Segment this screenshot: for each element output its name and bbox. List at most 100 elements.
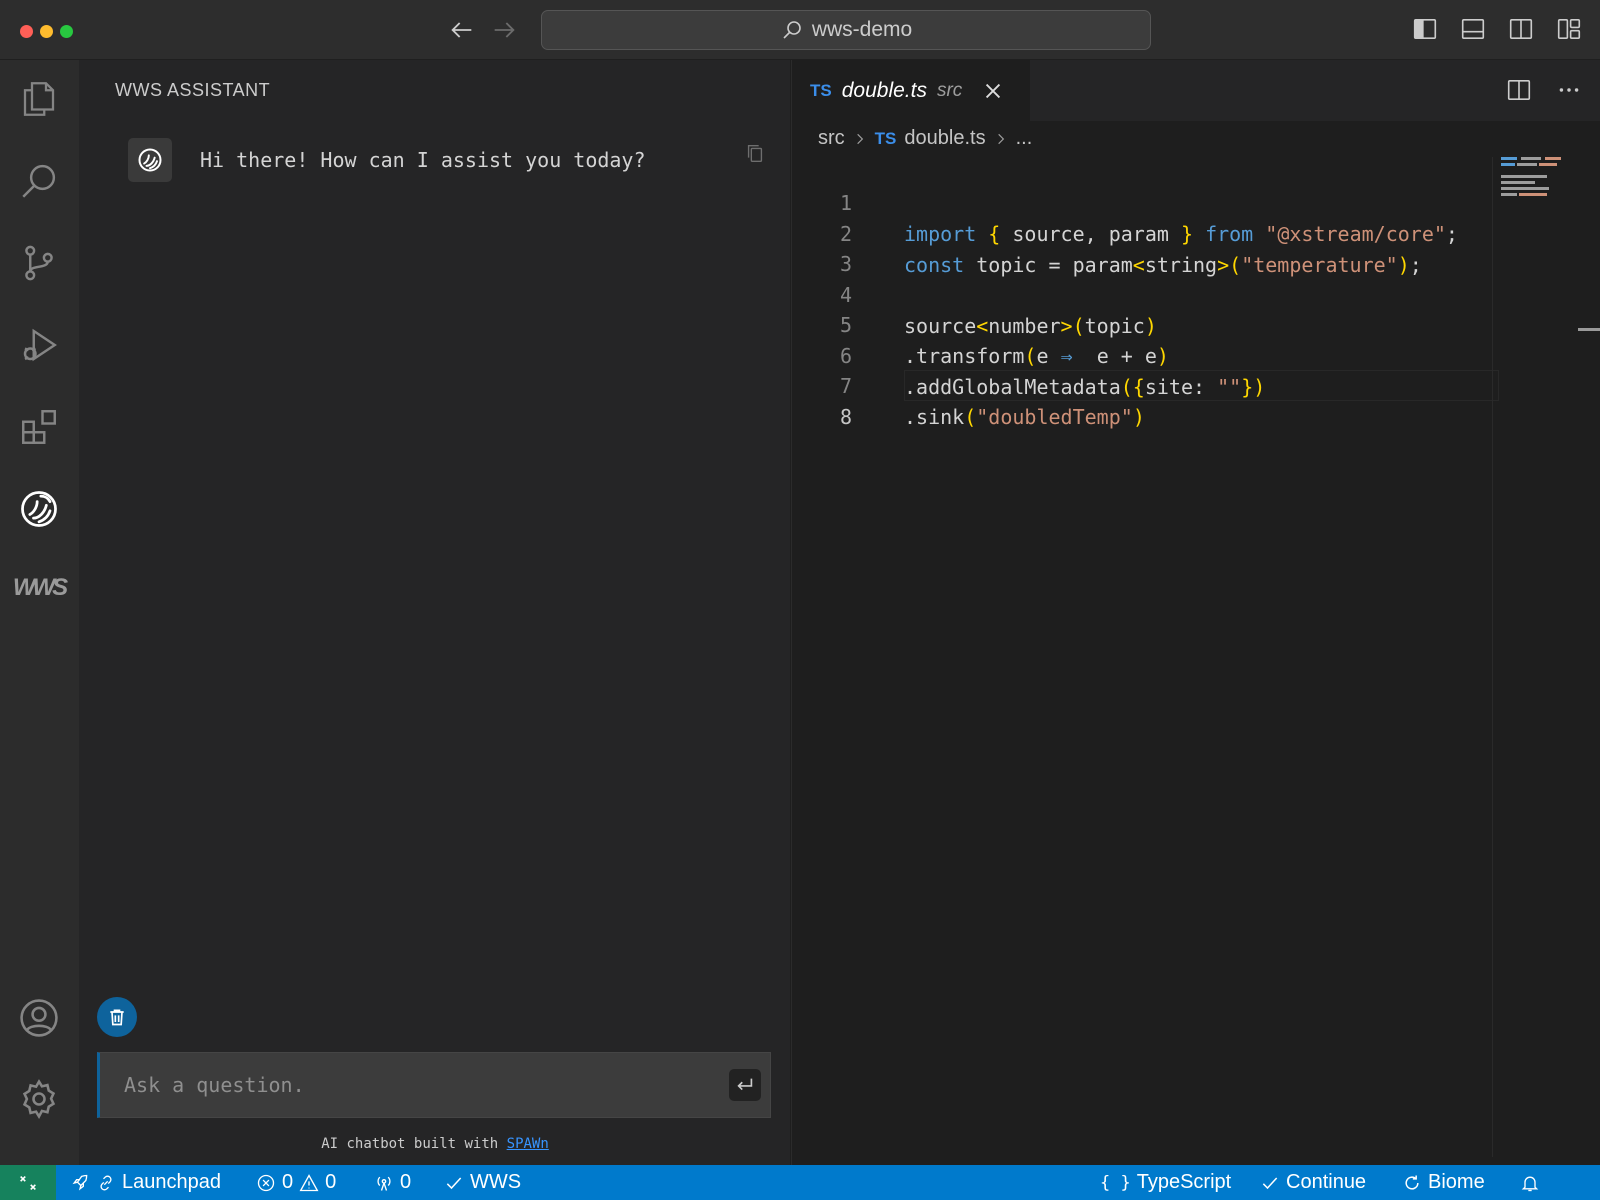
run-debug-icon[interactable] <box>14 320 64 370</box>
tab-filename: double.ts <box>841 78 927 102</box>
code-line: 4 source<number>(topic) <box>792 249 1492 338</box>
minimap-line <box>1501 163 1515 166</box>
search-icon[interactable] <box>14 156 64 206</box>
rocket-icon <box>72 1174 88 1190</box>
minimap-line <box>1501 181 1535 184</box>
breadcrumb-folder[interactable]: src <box>818 127 845 150</box>
zoom-window-button[interactable] <box>60 25 73 38</box>
activity-bar: WWS <box>0 60 79 1165</box>
footer-note: AI chatbot built with SPAWn <box>79 1136 791 1152</box>
source-control-icon[interactable] <box>14 238 64 288</box>
refresh-icon <box>1405 1175 1419 1190</box>
chat-message-bot: Hi there! How can I assist you today? <box>128 138 768 184</box>
code-line: 5 .transform(e ⇒ e + e) <box>792 279 1492 368</box>
warning-count: 0 <box>325 1171 337 1193</box>
notifications-item[interactable] <box>1520 1165 1540 1200</box>
split-editor-icon[interactable] <box>1506 77 1532 103</box>
layout-controls <box>1412 16 1582 42</box>
line-number: 8 <box>839 404 852 429</box>
biome-label: Biome <box>1428 1171 1485 1193</box>
error-count: 0 <box>282 1171 294 1193</box>
enter-icon <box>737 1078 753 1091</box>
breadcrumb-file[interactable]: double.ts <box>904 127 985 150</box>
error-icon <box>257 1174 275 1191</box>
ask-question-input[interactable] <box>124 1053 704 1117</box>
ask-question-box <box>97 1052 771 1118</box>
link-icon <box>100 1175 112 1190</box>
ports-count: 0 <box>400 1171 412 1193</box>
biome-item[interactable]: Biome <box>1402 1165 1485 1200</box>
minimap-line <box>1521 157 1541 160</box>
scrollbar-cursor-marker <box>1578 328 1600 331</box>
assistant-sidebar: WWS ASSISTANT Hi there! How can I assist… <box>79 60 791 1165</box>
language-label: TypeScript <box>1136 1171 1232 1193</box>
account-icon[interactable] <box>14 993 64 1043</box>
minimap-line <box>1519 193 1547 196</box>
code-line: 6 .addGlobalMetadata({site: ""}) <box>792 310 1492 399</box>
broadcast-icon <box>377 1176 391 1191</box>
minimap-line <box>1517 163 1537 166</box>
code-line: 8 <box>792 371 1492 429</box>
copy-icon[interactable] <box>744 142 766 164</box>
command-center-search[interactable]: wws-demo <box>541 10 1151 50</box>
search-icon <box>783 21 801 39</box>
more-actions-icon[interactable] <box>1556 77 1582 103</box>
back-arrow-icon[interactable] <box>448 16 476 44</box>
launchpad-label: Launchpad <box>122 1171 221 1193</box>
status-bar: Launchpad 0 0 0 WWS { } TypeScript Conti… <box>0 1165 1600 1200</box>
code-line: 7 .sink("doubledTemp") <box>792 340 1492 429</box>
ports-item[interactable]: 0 <box>374 1165 411 1200</box>
minimap-line <box>1501 193 1517 196</box>
problems-item[interactable]: 0 0 <box>256 1165 336 1200</box>
remote-indicator[interactable] <box>0 1165 56 1200</box>
minimap[interactable] <box>1492 157 1600 1157</box>
close-window-button[interactable] <box>20 25 33 38</box>
wws-assistant-icon[interactable] <box>14 484 64 534</box>
forward-arrow-icon[interactable] <box>490 16 518 44</box>
explorer-icon[interactable] <box>14 74 64 124</box>
footer-text: AI chatbot built with <box>321 1136 507 1152</box>
typescript-file-icon: TS <box>810 80 832 100</box>
sidebar-title: WWS ASSISTANT <box>115 80 271 100</box>
toggle-panel-icon[interactable] <box>1460 16 1486 42</box>
bot-avatar-icon <box>128 138 172 182</box>
spawn-link[interactable]: SPAWn <box>507 1136 549 1152</box>
wws-logo-icon[interactable]: WWS <box>13 563 68 613</box>
warning-icon <box>299 1173 319 1191</box>
minimize-window-button[interactable] <box>40 25 53 38</box>
close-icon[interactable] <box>982 80 1004 102</box>
wws-status-label: WWS <box>470 1171 522 1193</box>
language-mode-item[interactable]: { } TypeScript <box>1100 1165 1231 1200</box>
tab-directory: src <box>936 79 963 101</box>
trash-icon <box>110 1009 124 1026</box>
check-icon <box>446 1176 462 1189</box>
braces-icon: { } <box>1100 1172 1131 1193</box>
minimap-line <box>1501 187 1549 190</box>
editor-actions <box>1506 77 1582 103</box>
launchpad-item[interactable]: Launchpad <box>70 1165 221 1200</box>
code-line: 3 <box>792 218 1492 276</box>
tab-double-ts[interactable]: TS double.ts src <box>792 60 1030 121</box>
breadcrumb-more[interactable]: ... <box>1016 127 1033 150</box>
wws-status-item[interactable]: WWS <box>444 1165 521 1200</box>
bell-icon <box>1521 1176 1539 1191</box>
typescript-file-icon: TS <box>874 128 897 148</box>
toggle-secondary-sidebar-icon[interactable] <box>1508 16 1534 42</box>
bot-message-text: Hi there! How can I assist you today? <box>200 148 646 172</box>
extensions-icon[interactable] <box>14 402 64 452</box>
title-bar: wws-demo <box>0 0 1600 60</box>
settings-gear-icon[interactable] <box>14 1074 64 1124</box>
check-icon <box>1262 1176 1278 1189</box>
minimap-line <box>1501 157 1517 160</box>
minimap-line <box>1501 175 1547 178</box>
send-button[interactable] <box>729 1069 761 1101</box>
customize-layout-icon[interactable] <box>1556 16 1582 42</box>
continue-label: Continue <box>1286 1171 1367 1193</box>
editor-tab-bar: TS double.ts src <box>792 60 1600 121</box>
breadcrumb: src TS double.ts ... <box>818 127 1032 150</box>
minimap-line <box>1545 157 1561 160</box>
clear-chat-button[interactable] <box>97 997 137 1037</box>
toggle-primary-sidebar-icon[interactable] <box>1412 16 1438 42</box>
continue-item[interactable]: Continue <box>1260 1165 1366 1200</box>
remote-icon <box>20 1175 36 1190</box>
